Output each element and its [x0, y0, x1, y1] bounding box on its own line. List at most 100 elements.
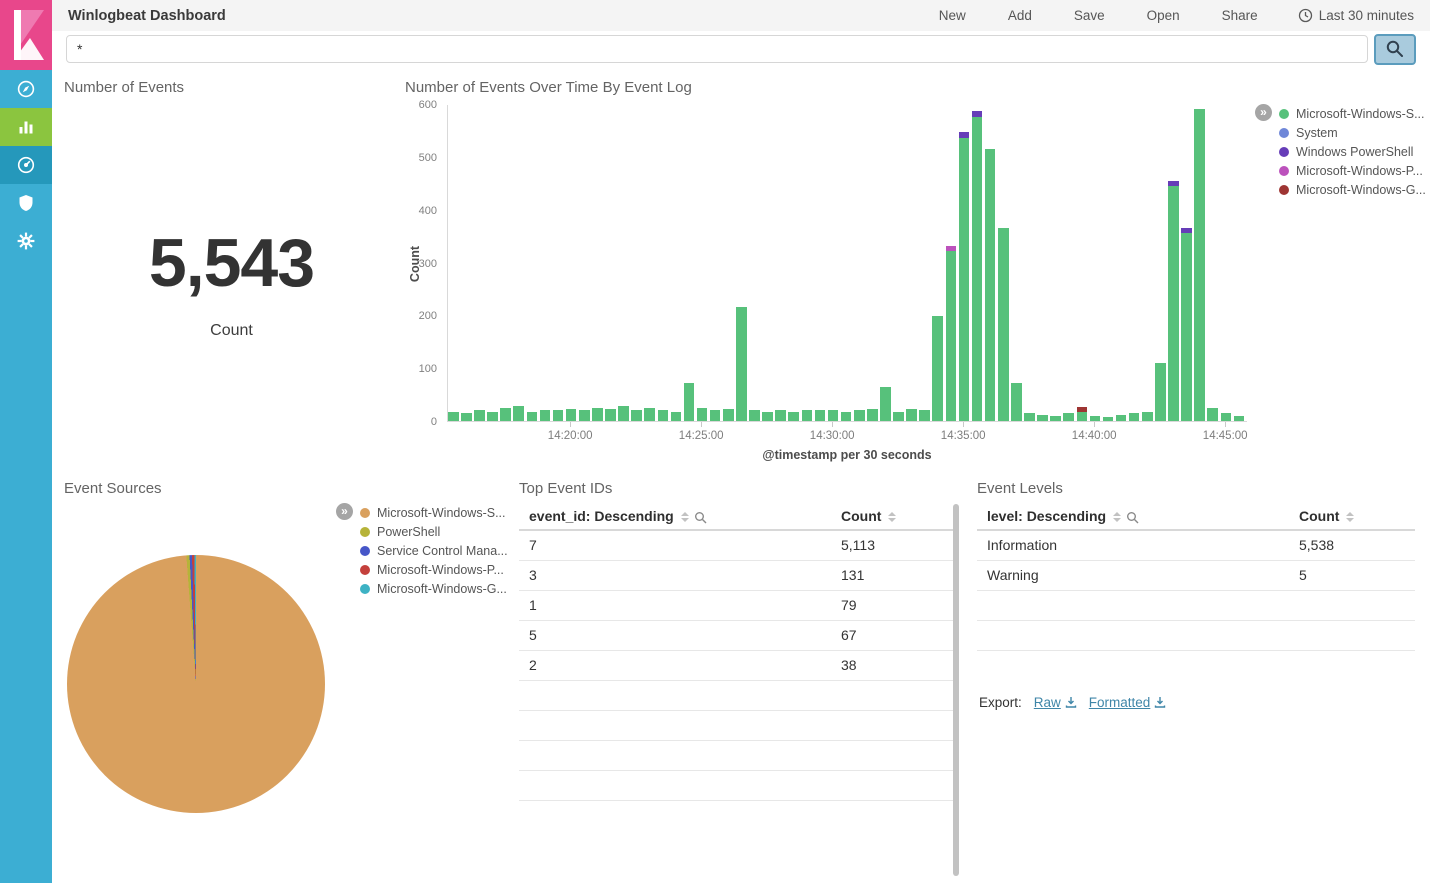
nav-open[interactable]: Open — [1147, 8, 1180, 23]
sidebar-item-visualize[interactable] — [0, 108, 52, 146]
chart-bar[interactable] — [1207, 408, 1218, 421]
chart-bar[interactable] — [540, 410, 551, 421]
legend-item[interactable]: Windows PowerShell — [1279, 142, 1426, 161]
chart-bar[interactable] — [1181, 228, 1192, 421]
chart-bar[interactable] — [1090, 416, 1101, 421]
table-scrollbar[interactable] — [953, 504, 959, 876]
column-header-count[interactable]: Count — [831, 505, 959, 530]
chart-bar[interactable] — [880, 387, 891, 421]
column-header-level[interactable]: level: Descending — [977, 505, 1289, 530]
sort-icon[interactable] — [1346, 512, 1354, 522]
legend-item[interactable]: Microsoft-Windows-P... — [1279, 161, 1426, 180]
column-search-icon[interactable] — [694, 511, 707, 524]
chart-bar[interactable] — [1155, 363, 1166, 421]
chart-bar[interactable] — [736, 307, 747, 421]
chart-bar[interactable] — [802, 410, 813, 421]
chart-bar[interactable] — [1011, 383, 1022, 421]
chart-bar[interactable] — [474, 410, 485, 421]
kibana-logo[interactable] — [0, 0, 52, 70]
chart-bar[interactable] — [1077, 407, 1088, 421]
sidebar-item-settings[interactable] — [0, 222, 52, 260]
chart-bar[interactable] — [710, 410, 721, 421]
chart-bar[interactable] — [566, 409, 577, 421]
export-raw-link[interactable]: Raw — [1034, 695, 1077, 710]
legend-toggle-icon[interactable] — [336, 503, 353, 520]
chart-bar[interactable] — [893, 412, 904, 422]
export-formatted-link[interactable]: Formatted — [1089, 695, 1167, 710]
legend-item[interactable]: Microsoft-Windows-P... — [360, 560, 508, 579]
chart-bar[interactable] — [841, 412, 852, 422]
legend-item[interactable]: Microsoft-Windows-G... — [360, 579, 508, 598]
pie-chart[interactable] — [67, 555, 325, 813]
chart-bar[interactable] — [998, 228, 1009, 421]
sort-icon[interactable] — [1113, 512, 1121, 522]
sidebar-item-plugins[interactable] — [0, 184, 52, 222]
chart-bar[interactable] — [985, 149, 996, 421]
chart-bar[interactable] — [1063, 413, 1074, 421]
chart-bar[interactable] — [828, 410, 839, 421]
chart-bar[interactable] — [631, 410, 642, 421]
chart-bar[interactable] — [513, 406, 524, 421]
chart-bar[interactable] — [1142, 412, 1153, 422]
chart-bar[interactable] — [749, 410, 760, 421]
column-header-event-id[interactable]: event_id: Descending — [519, 505, 831, 530]
chart-bar[interactable] — [775, 410, 786, 421]
chart-bar[interactable] — [932, 316, 943, 421]
chart-bar[interactable] — [487, 412, 498, 422]
nav-new[interactable]: New — [939, 8, 966, 23]
chart-bar[interactable] — [867, 409, 878, 421]
chart-bar[interactable] — [906, 409, 917, 421]
chart-bar[interactable] — [762, 412, 773, 422]
time-picker[interactable]: Last 30 minutes — [1298, 8, 1414, 23]
chart-bar[interactable] — [579, 410, 590, 421]
search-input[interactable] — [66, 35, 1368, 63]
sidebar-item-discover[interactable] — [0, 70, 52, 108]
chart-bar[interactable] — [815, 410, 826, 421]
chart-bar[interactable] — [1050, 416, 1061, 421]
chart-bar[interactable] — [671, 412, 682, 422]
chart-bar[interactable] — [946, 246, 957, 421]
chart-bar[interactable] — [592, 408, 603, 421]
search-button[interactable] — [1374, 34, 1416, 65]
chart-bar[interactable] — [644, 408, 655, 421]
chart-bar[interactable] — [788, 412, 799, 422]
chart-bar[interactable] — [684, 383, 695, 421]
chart-bar[interactable] — [500, 408, 511, 421]
chart-bar[interactable] — [1194, 109, 1205, 421]
legend-item[interactable]: Microsoft-Windows-S... — [1279, 104, 1426, 123]
chart-bar[interactable] — [1129, 413, 1140, 421]
chart-bar[interactable] — [1168, 181, 1179, 421]
chart-bar[interactable] — [553, 410, 564, 421]
chart-bar[interactable] — [605, 409, 616, 421]
chart-bar[interactable] — [697, 408, 708, 421]
chart-bar[interactable] — [1234, 416, 1245, 421]
sort-icon[interactable] — [888, 512, 896, 522]
chart-bar[interactable] — [1024, 413, 1035, 421]
sidebar-item-dashboard[interactable] — [0, 146, 52, 184]
column-search-icon[interactable] — [1126, 511, 1139, 524]
chart-bar[interactable] — [618, 406, 629, 421]
chart-bar[interactable] — [854, 410, 865, 421]
chart-bar[interactable] — [461, 413, 472, 421]
sort-icon[interactable] — [681, 512, 689, 522]
nav-share[interactable]: Share — [1222, 8, 1258, 23]
chart-bar[interactable] — [448, 412, 459, 422]
chart-bar[interactable] — [1116, 415, 1127, 421]
nav-add[interactable]: Add — [1008, 8, 1032, 23]
legend-item[interactable]: Microsoft-Windows-G... — [1279, 180, 1426, 199]
chart-bar[interactable] — [972, 111, 983, 421]
legend-item[interactable]: Service Control Mana... — [360, 541, 508, 560]
legend-item[interactable]: Microsoft-Windows-S... — [360, 503, 508, 522]
chart-bar[interactable] — [658, 410, 669, 421]
chart-bar[interactable] — [1221, 413, 1232, 421]
chart-bar[interactable] — [1037, 415, 1048, 421]
column-header-count[interactable]: Count — [1289, 505, 1415, 530]
chart-bar[interactable] — [1103, 417, 1114, 421]
nav-save[interactable]: Save — [1074, 8, 1105, 23]
chart-bar[interactable] — [959, 132, 970, 421]
chart-bar[interactable] — [527, 412, 538, 422]
legend-item[interactable]: System — [1279, 123, 1426, 142]
legend-item[interactable]: PowerShell — [360, 522, 508, 541]
chart-bar[interactable] — [919, 410, 930, 421]
chart-bar[interactable] — [723, 409, 734, 421]
